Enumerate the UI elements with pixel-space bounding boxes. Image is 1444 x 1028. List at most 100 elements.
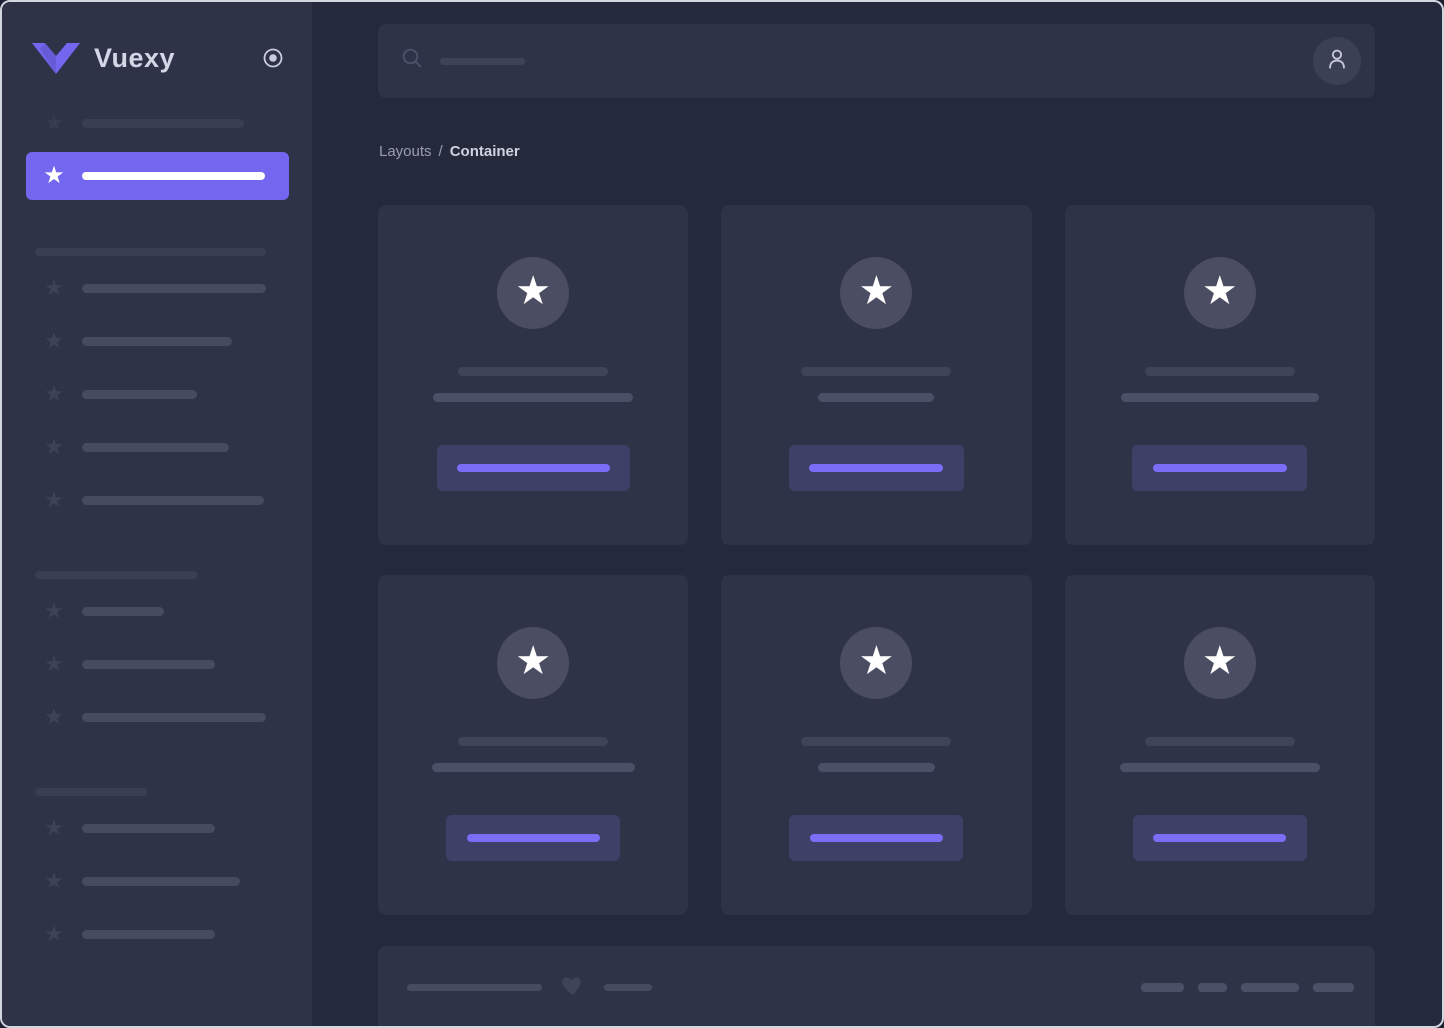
star-icon: ★ <box>515 269 552 313</box>
vuexy-logo-icon[interactable] <box>32 42 80 74</box>
sidebar: Vuexy ★ ★ ★ ★ ★ ★ ★ ★ ★ ★ ★ ★ ★ <box>2 2 312 1026</box>
footer-text-placeholder <box>407 983 542 991</box>
star-icon: ★ <box>1201 639 1238 683</box>
footer-left <box>407 974 652 1000</box>
footer-card <box>378 946 1375 1026</box>
star-icon: ★ <box>1201 269 1238 313</box>
sidebar-item[interactable]: ★ <box>2 816 312 840</box>
sidebar-item[interactable]: ★ <box>2 111 312 135</box>
person-icon <box>1324 46 1350 77</box>
app-title: Vuexy <box>94 42 176 73</box>
card-action-button[interactable] <box>436 445 630 491</box>
button-label-placeholder <box>809 464 944 472</box>
topbar <box>378 24 1375 98</box>
star-icon: ★ <box>858 269 895 313</box>
button-label-placeholder <box>1152 464 1287 472</box>
menu-item-label-placeholder <box>82 495 264 505</box>
menu-item-label-placeholder <box>82 442 229 452</box>
star-icon: ★ <box>44 275 64 300</box>
feature-card: ★ <box>721 205 1032 545</box>
card-action-button[interactable] <box>789 815 964 861</box>
sidebar-item[interactable]: ★ <box>2 488 312 512</box>
menu-item-label-placeholder <box>82 283 266 293</box>
star-icon: ★ <box>44 651 64 676</box>
card-title-placeholder <box>801 367 952 376</box>
menu-item-label-placeholder <box>82 929 215 939</box>
menu-item-label-placeholder <box>82 172 265 180</box>
user-avatar[interactable] <box>1313 37 1361 85</box>
menu-item-label-placeholder <box>82 389 197 399</box>
sidebar-menu: ★ ★ ★ ★ ★ ★ ★ ★ ★ ★ ★ ★ ★ <box>2 111 312 946</box>
card-action-button[interactable] <box>446 815 621 861</box>
sidebar-item[interactable]: ★ <box>2 329 312 353</box>
search-placeholder <box>440 57 525 65</box>
footer-links <box>1141 974 1354 1000</box>
button-label-placeholder <box>466 834 600 842</box>
card-title-placeholder <box>801 737 952 746</box>
card-action-button[interactable] <box>788 445 964 491</box>
menu-item-label-placeholder <box>82 118 244 128</box>
sidebar-item[interactable]: ★ <box>2 652 312 676</box>
button-label-placeholder <box>1153 834 1287 842</box>
breadcrumb-current: Container <box>449 142 520 160</box>
star-icon: ★ <box>44 487 64 512</box>
sidebar-item[interactable]: ★ <box>2 276 312 300</box>
star-icon: ★ <box>44 381 64 406</box>
menu-section-header-placeholder <box>35 788 147 796</box>
sidebar-item[interactable]: ★ <box>2 705 312 729</box>
star-icon: ★ <box>44 815 64 840</box>
menu-section-header-placeholder <box>35 248 266 256</box>
star-icon: ★ <box>858 639 895 683</box>
footer-text-placeholder <box>604 983 652 991</box>
star-avatar: ★ <box>1183 257 1256 329</box>
footer-link-placeholder <box>1141 982 1184 992</box>
card-text-placeholder <box>433 393 634 402</box>
search-icon <box>401 47 424 75</box>
sidebar-item[interactable]: ★ <box>2 382 312 406</box>
card-text-placeholder <box>431 763 635 772</box>
card-title-placeholder <box>458 367 609 376</box>
feature-card: ★ <box>1064 575 1375 915</box>
star-icon: ★ <box>44 328 64 353</box>
button-label-placeholder <box>456 464 610 472</box>
card-text-placeholder <box>1119 763 1320 772</box>
star-avatar: ★ <box>840 627 913 699</box>
sidebar-item[interactable]: ★ <box>2 869 312 893</box>
footer-link-placeholder <box>1241 982 1299 992</box>
star-icon: ★ <box>44 868 64 893</box>
feature-card: ★ <box>721 575 1032 915</box>
feature-card: ★ <box>378 205 689 545</box>
star-icon: ★ <box>44 921 64 946</box>
menu-item-label-placeholder <box>82 336 232 346</box>
menu-item-label-placeholder <box>82 659 215 669</box>
star-icon: ★ <box>43 162 65 189</box>
card-grid: ★ ★ ★ ★ ★ ★ <box>378 205 1375 915</box>
sidebar-item[interactable]: ★ <box>2 599 312 623</box>
star-icon: ★ <box>44 704 64 729</box>
sidebar-item[interactable]: ★ <box>2 922 312 946</box>
card-action-button[interactable] <box>1132 445 1308 491</box>
menu-item-label-placeholder <box>82 712 266 722</box>
card-title-placeholder <box>458 737 609 746</box>
star-avatar: ★ <box>840 257 913 329</box>
star-icon: ★ <box>44 110 64 135</box>
card-text-placeholder <box>1120 393 1319 402</box>
star-icon: ★ <box>44 598 64 623</box>
sidebar-pin-toggle-icon[interactable] <box>261 46 285 70</box>
menu-section-header-placeholder <box>35 571 198 579</box>
breadcrumb-parent[interactable]: Layouts <box>379 143 432 160</box>
search-input[interactable] <box>401 47 1313 75</box>
card-action-button[interactable] <box>1132 815 1307 861</box>
sidebar-item-active[interactable]: ★ <box>26 152 289 200</box>
footer-link-placeholder <box>1313 982 1354 992</box>
card-title-placeholder <box>1144 367 1295 376</box>
app-window: Vuexy ★ ★ ★ ★ ★ ★ ★ ★ ★ ★ ★ ★ ★ Layouts … <box>0 0 1444 1028</box>
menu-item-label-placeholder <box>82 876 240 886</box>
button-label-placeholder <box>809 834 943 842</box>
sidebar-item[interactable]: ★ <box>2 435 312 459</box>
card-title-placeholder <box>1144 737 1295 746</box>
star-avatar: ★ <box>1183 627 1256 699</box>
star-icon: ★ <box>515 639 552 683</box>
star-icon: ★ <box>44 434 64 459</box>
card-text-placeholder <box>817 763 935 772</box>
